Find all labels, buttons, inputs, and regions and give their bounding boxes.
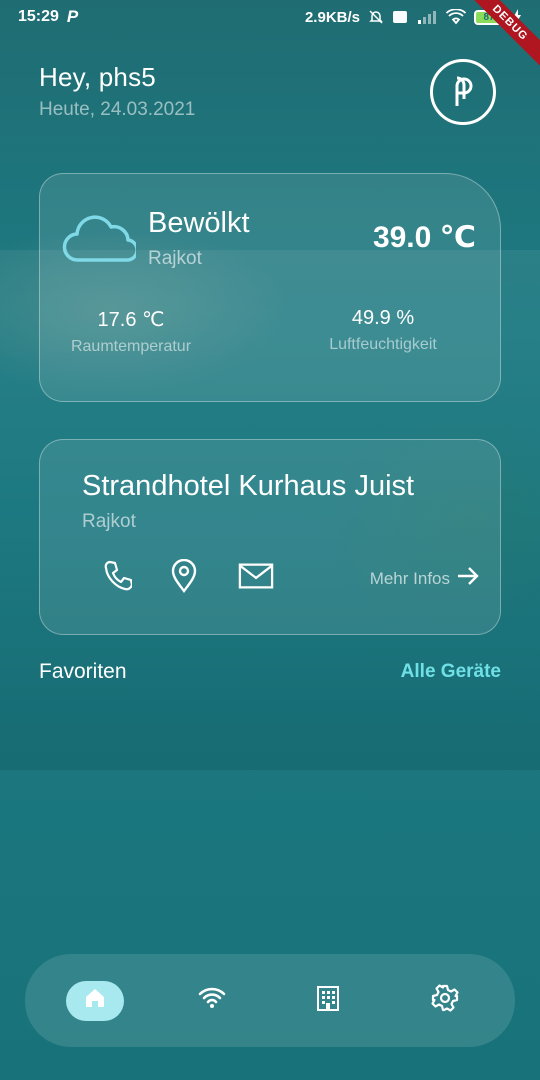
outside-temperature: 39.0 ℃ xyxy=(372,221,476,254)
mail-icon[interactable] xyxy=(238,558,274,594)
home-icon xyxy=(83,986,107,1015)
more-info-label: Mehr Infos xyxy=(369,568,450,588)
room-temperature-stat: 17.6 ℃ Raumtemperatur xyxy=(63,307,199,356)
favorites-title: Favoriten xyxy=(39,660,127,683)
wifi-icon xyxy=(198,987,226,1014)
location-pin-icon[interactable] xyxy=(166,558,202,594)
signal-icon xyxy=(416,9,438,25)
nav-settings[interactable] xyxy=(416,981,474,1021)
wifi-status-icon xyxy=(446,9,466,25)
weather-card[interactable]: Bewölkt Rajkot 39.0 ℃ 17.6 ℃ Raumtempera… xyxy=(39,173,501,402)
current-date: Heute, 24.03.2021 xyxy=(39,99,196,120)
humidity-stat: 49.9 % Luftfeuchtigkeit xyxy=(320,307,446,354)
nav-building[interactable] xyxy=(299,981,357,1021)
weather-city: Rajkot xyxy=(148,248,202,269)
phone-icon[interactable] xyxy=(100,558,136,594)
hotel-name: Strandhotel Kurhaus Juist xyxy=(82,470,415,502)
network-speed: 2.9KB/s xyxy=(304,8,360,26)
status-bar: 15:29 P 2.9KB/s 87 xyxy=(0,0,540,34)
building-icon xyxy=(314,984,342,1017)
hotel-card[interactable]: Strandhotel Kurhaus Juist Rajkot Mehr In… xyxy=(39,439,501,635)
hotel-actions xyxy=(100,558,274,594)
cloud-icon xyxy=(62,212,139,269)
humidity-value: 49.9 % xyxy=(351,307,415,329)
phs-logo-icon[interactable] xyxy=(430,59,496,125)
greeting-title: Hey, phs5 xyxy=(39,62,156,92)
hotel-city: Rajkot xyxy=(82,511,136,532)
humidity-label: Luftfeuchtigkeit xyxy=(329,336,437,353)
volte-icon xyxy=(392,9,408,25)
weather-condition: Bewölkt xyxy=(148,207,250,239)
settings-gear-icon xyxy=(431,984,459,1017)
nav-home[interactable] xyxy=(66,980,124,1021)
all-devices-link[interactable]: Alle Geräte xyxy=(401,661,501,683)
bottom-navigation xyxy=(25,954,515,1047)
app-notification-glyph: P xyxy=(66,7,79,26)
room-temperature-value: 17.6 ℃ xyxy=(97,309,165,331)
mute-bell-icon xyxy=(368,9,384,25)
favorites-header: Favoriten Alle Geräte xyxy=(39,660,501,684)
status-time: 15:29 xyxy=(18,8,59,25)
arrow-right-icon xyxy=(456,566,480,591)
more-info-link[interactable]: Mehr Infos xyxy=(370,566,480,591)
greeting-block: Hey, phs5 Heute, 24.03.2021 xyxy=(39,62,195,121)
room-temperature-label: Raumtemperatur xyxy=(70,338,192,355)
nav-wifi[interactable] xyxy=(183,981,241,1021)
